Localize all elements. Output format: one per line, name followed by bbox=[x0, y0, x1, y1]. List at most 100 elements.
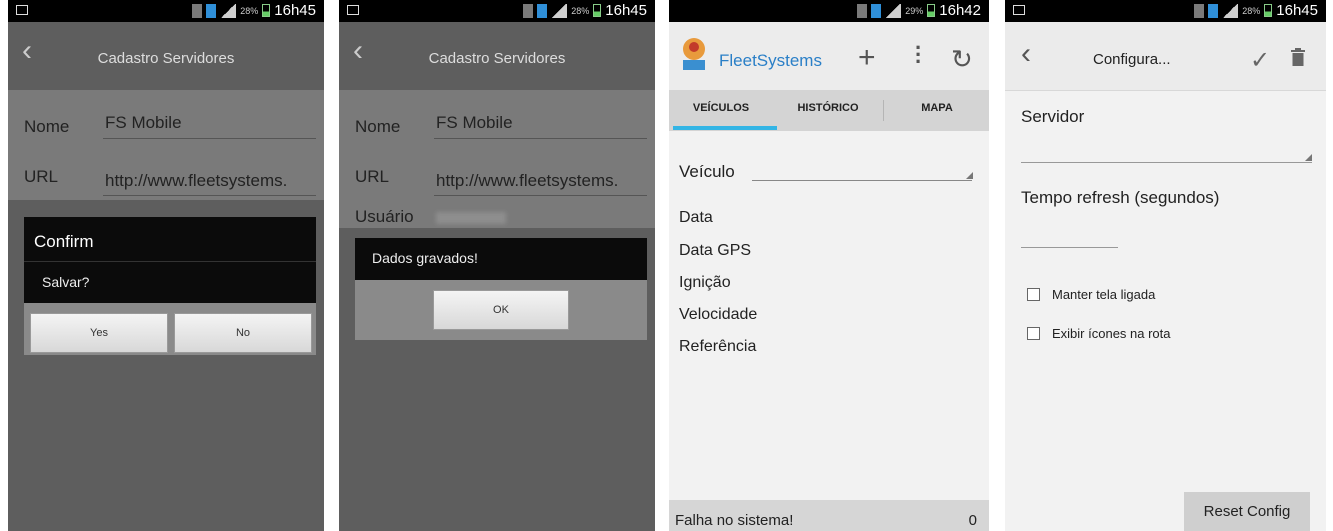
info-ignicao: Ignição bbox=[679, 274, 731, 291]
screen-cadastro-confirm: 28% 16h45 ‹ Cadastro Servidores Nome FS … bbox=[8, 0, 324, 531]
clock: 16h42 bbox=[939, 2, 981, 19]
battery-percent: 28% bbox=[571, 5, 590, 16]
action-bar: FleetSystems + · · · ↻ bbox=[669, 22, 989, 91]
footer-status-text: Falha no sistema! bbox=[675, 512, 794, 529]
gallery-icon bbox=[1013, 5, 1025, 15]
tab-indicator bbox=[673, 126, 777, 130]
info-velocidade: Velocidade bbox=[679, 306, 758, 323]
servidor-label: Servidor bbox=[1021, 107, 1085, 126]
dialog-title: Confirm bbox=[34, 232, 94, 251]
reset-config-button[interactable]: Reset Config bbox=[1184, 492, 1310, 531]
tab-bar: VEÍCULOS HISTÓRICO MAPA bbox=[669, 90, 989, 131]
url-underline bbox=[434, 195, 647, 196]
tab-divider bbox=[883, 100, 884, 121]
info-data-gps: Data GPS bbox=[679, 242, 752, 259]
dialog-divider bbox=[24, 261, 316, 262]
signal-icon bbox=[523, 3, 534, 18]
info-data: Data bbox=[679, 209, 713, 226]
url-underline bbox=[103, 195, 316, 196]
screen-configuracao: 28% 16h45 ‹ Configura... ✓ Servidor Temp… bbox=[1005, 0, 1326, 531]
clock: 16h45 bbox=[605, 2, 647, 19]
app-name: FleetSystems bbox=[719, 51, 822, 70]
app-bar: ‹ Cadastro Servidores bbox=[339, 22, 655, 90]
page-title: Configura... bbox=[1093, 51, 1171, 68]
check-icon[interactable]: ✓ bbox=[1250, 46, 1270, 75]
nome-field[interactable]: FS Mobile bbox=[436, 113, 513, 133]
tab-historico[interactable]: HISTÓRICO bbox=[776, 102, 880, 114]
spinner-arrow-icon bbox=[966, 172, 973, 179]
status-icons: 28% 16h45 bbox=[192, 2, 316, 19]
nome-label: Nome bbox=[24, 117, 70, 136]
notification-icon bbox=[1208, 3, 1219, 18]
status-bar: 29% 16h42 bbox=[669, 0, 989, 22]
clock: 16h45 bbox=[1276, 2, 1318, 19]
refresh-icon[interactable]: ↻ bbox=[951, 44, 973, 75]
dialog-message: Salvar? bbox=[42, 274, 90, 290]
notification-icon bbox=[537, 3, 548, 18]
nome-underline bbox=[434, 138, 647, 139]
tab-veiculos[interactable]: VEÍCULOS bbox=[669, 102, 773, 114]
signal-icon bbox=[192, 3, 203, 18]
battery-percent: 29% bbox=[905, 5, 924, 16]
signal-icon bbox=[1194, 3, 1205, 18]
url-label: URL bbox=[355, 167, 390, 186]
page-title: Cadastro Servidores bbox=[97, 50, 235, 67]
battery-icon bbox=[1264, 4, 1273, 17]
battery-percent: 28% bbox=[1242, 5, 1261, 16]
confirm-dialog: Confirm Salvar? Yes No bbox=[24, 217, 316, 355]
tab-mapa[interactable]: MAPA bbox=[885, 102, 989, 114]
status-icons: 28% 16h45 bbox=[1194, 2, 1318, 19]
footer-count: 0 bbox=[968, 512, 977, 529]
overflow-menu-icon[interactable]: · · · bbox=[915, 37, 922, 73]
usuario-label: Usuário bbox=[355, 207, 414, 226]
usuario-field-blurred[interactable] bbox=[436, 212, 506, 224]
app-logo-icon[interactable] bbox=[679, 36, 711, 72]
app-bar: ‹ Cadastro Servidores bbox=[8, 22, 324, 90]
nome-field[interactable]: FS Mobile bbox=[105, 113, 182, 133]
veiculo-spinner[interactable] bbox=[752, 180, 972, 181]
screen-fleetsystems-main: 29% 16h42 FleetSystems + · · · ↻ VEÍCULOS … bbox=[669, 0, 989, 531]
ok-button[interactable]: OK bbox=[433, 290, 569, 330]
url-field[interactable]: http://www.fleetsystems. bbox=[436, 171, 618, 191]
url-label: URL bbox=[24, 167, 59, 186]
status-footer: Falha no sistema! 0 bbox=[669, 500, 989, 531]
gallery-icon bbox=[347, 5, 359, 15]
battery-icon bbox=[593, 4, 602, 17]
gallery-icon bbox=[16, 5, 28, 15]
back-icon[interactable]: ‹ bbox=[1021, 37, 1031, 71]
signal-icon bbox=[857, 3, 868, 18]
action-bar: ‹ Configura... ✓ bbox=[1005, 22, 1326, 91]
status-bar: 28% 16h45 bbox=[1005, 0, 1326, 22]
signal-bars-icon bbox=[220, 3, 237, 18]
yes-button[interactable]: Yes bbox=[30, 313, 168, 353]
clock: 16h45 bbox=[274, 2, 316, 19]
manter-tela-checkbox[interactable] bbox=[1027, 288, 1040, 301]
exibir-icones-checkbox[interactable] bbox=[1027, 327, 1040, 340]
status-icons: 28% 16h45 bbox=[523, 2, 647, 19]
exibir-icones-label: Exibir ícones na rota bbox=[1052, 326, 1171, 341]
page-title: Cadastro Servidores bbox=[428, 50, 566, 67]
servidor-spinner[interactable] bbox=[1021, 162, 1312, 163]
url-field[interactable]: http://www.fleetsystems. bbox=[105, 171, 287, 191]
add-icon[interactable]: + bbox=[858, 41, 876, 75]
dialog-message: Dados gravados! bbox=[372, 250, 478, 266]
status-bar: 28% 16h45 bbox=[8, 0, 324, 22]
nome-underline bbox=[103, 138, 316, 139]
status-bar: 28% 16h45 bbox=[339, 0, 655, 22]
no-button[interactable]: No bbox=[174, 313, 312, 353]
notification-icon bbox=[871, 3, 882, 18]
manter-tela-label: Manter tela ligada bbox=[1052, 287, 1156, 302]
notification-icon bbox=[206, 3, 217, 18]
trash-icon[interactable] bbox=[1291, 48, 1305, 66]
veiculo-label: Veículo bbox=[679, 162, 735, 181]
signal-bars-icon bbox=[1222, 3, 1239, 18]
refresh-input[interactable] bbox=[1021, 247, 1118, 248]
refresh-label: Tempo refresh (segundos) bbox=[1021, 188, 1220, 207]
signal-bars-icon bbox=[551, 3, 568, 18]
signal-bars-icon bbox=[885, 3, 902, 18]
spinner-arrow-icon bbox=[1305, 154, 1312, 161]
nome-label: Nome bbox=[355, 117, 401, 136]
status-icons: 29% 16h42 bbox=[857, 2, 981, 19]
screen-cadastro-saved: 28% 16h45 ‹ Cadastro Servidores Nome FS … bbox=[339, 0, 655, 531]
saved-dialog: Dados gravados! OK bbox=[355, 238, 647, 340]
